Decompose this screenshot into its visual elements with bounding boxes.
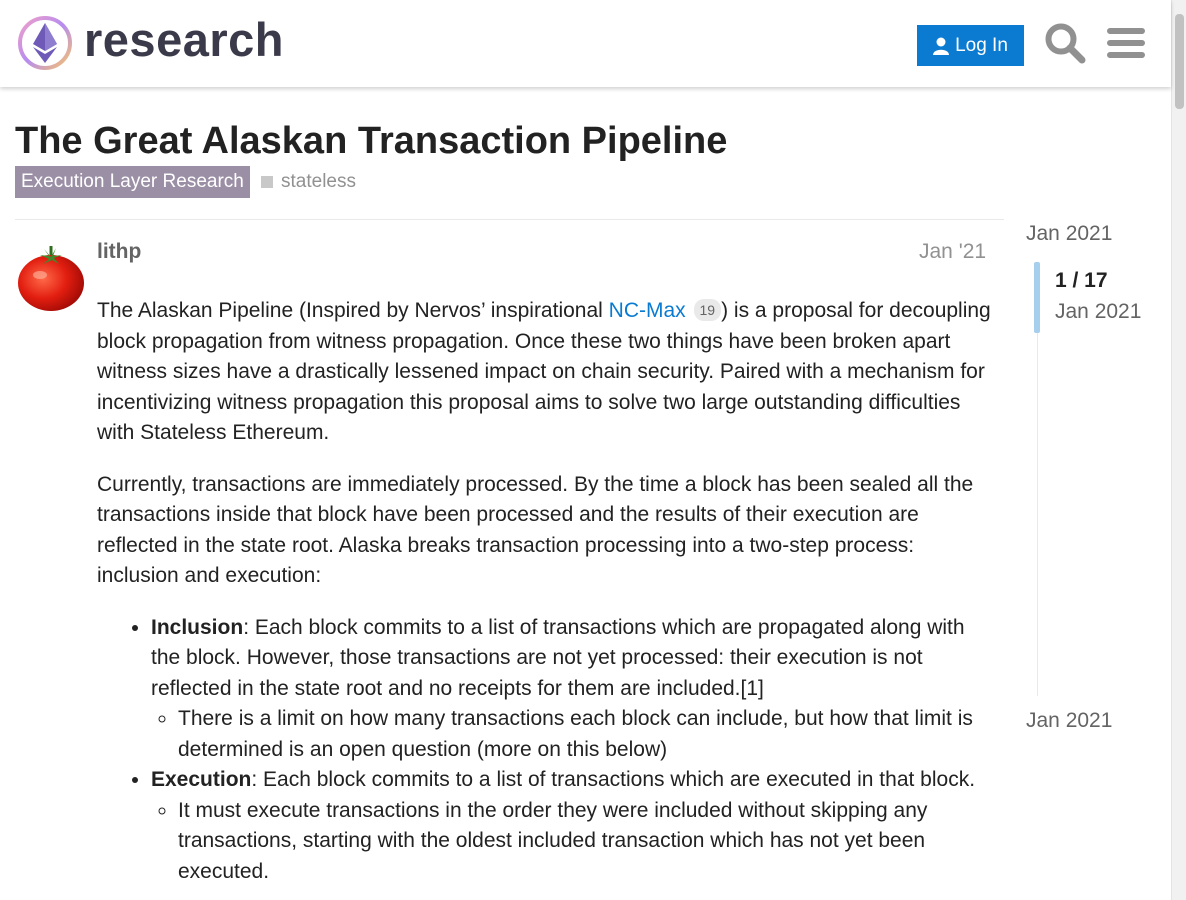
scrollbar-thumb[interactable] [1175,14,1184,109]
list-text: : Each block commits to a list of transa… [151,615,965,700]
nc-max-link[interactable]: NC-Max [609,299,686,322]
post-date[interactable]: Jan '21 [919,240,986,264]
timeline-handle[interactable] [1034,262,1040,333]
list-item: Inclusion: Each block commits to a list … [151,613,992,766]
post-author[interactable]: lithp [97,240,141,264]
log-in-button[interactable]: Log In [917,25,1024,66]
avatar[interactable] [16,243,86,313]
list-text: : Each block commits to a list of transa… [251,768,976,791]
user-icon [933,37,950,55]
timeline-start-date[interactable]: Jan 2021 [1026,222,1112,246]
sub-list: It must execute transactions in the orde… [178,796,992,888]
site-name: research [84,13,284,66]
hamburger-menu-icon[interactable] [1107,26,1145,60]
topic-title[interactable]: The Great Alaskan Transaction Pipeline [15,120,727,163]
post-body: The Alaskan Pipeline (Inspired by Nervos… [97,296,992,887]
page-scrollbar[interactable] [1171,0,1186,900]
link-click-count: 19 [693,299,722,321]
site-logo[interactable]: research [16,13,284,72]
process-list: Inclusion: Each block commits to a list … [151,613,992,888]
site-header: research Log In [0,0,1171,87]
sub-list-item: It must execute transactions in the orde… [178,796,992,888]
post-paragraph: Currently, transactions are immediately … [97,472,974,588]
ethresearch-logo-icon [18,16,72,70]
list-term: Inclusion [151,615,244,639]
title-divider [15,219,1004,220]
timeline-position: 1 / 17 [1055,269,1108,292]
post-text: The Alaskan Pipeline (Inspired by Nervos… [97,299,609,322]
list-item: Execution: Each block commits to a list … [151,765,992,887]
tag-square-icon [261,176,273,188]
search-icon[interactable] [1044,22,1086,64]
list-term: Execution [151,768,252,791]
sub-list: There is a limit on how many transaction… [178,704,992,765]
tag-stateless[interactable]: stateless [261,166,356,198]
sub-list-item: There is a limit on how many transaction… [178,704,992,765]
tag-label: stateless [281,171,356,192]
post-paragraph: The Alaskan Pipeline (Inspired by Nervos… [97,296,992,449]
timeline-current-date: Jan 2021 [1055,300,1142,323]
timeline-end-date[interactable]: Jan 2021 [1026,709,1112,733]
log-in-label: Log In [955,34,1008,56]
category-badge[interactable]: Execution Layer Research [15,166,250,198]
